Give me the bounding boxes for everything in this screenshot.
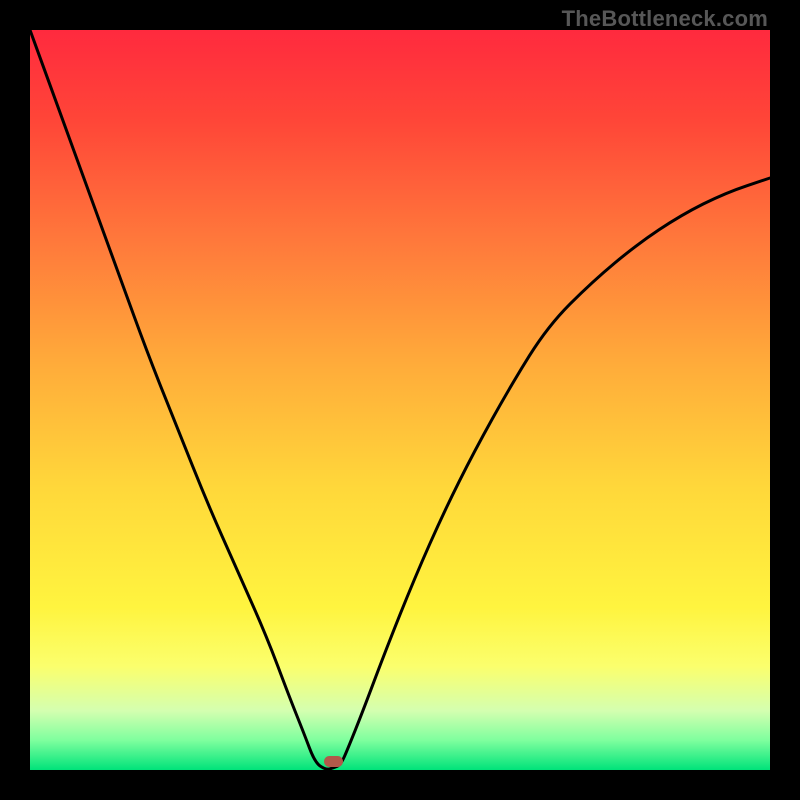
min-marker — [324, 756, 343, 767]
plot-frame — [30, 30, 770, 770]
chart-curve — [30, 30, 770, 770]
watermark-text: TheBottleneck.com — [562, 6, 768, 32]
